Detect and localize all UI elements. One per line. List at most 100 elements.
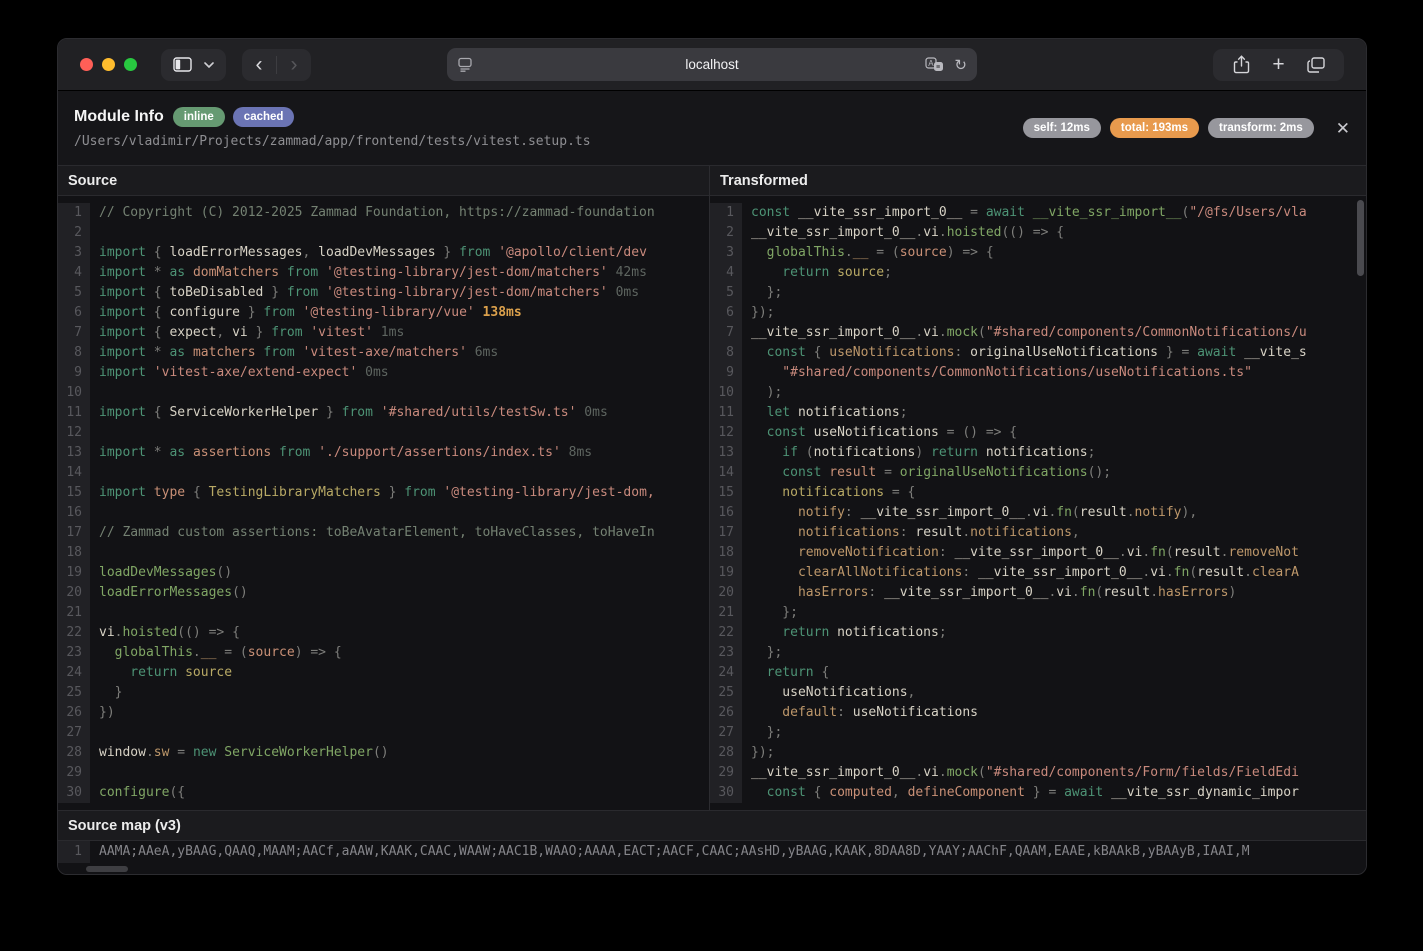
line-number: 2	[58, 223, 90, 243]
code-line: 19loadDevMessages()	[58, 563, 709, 583]
line-number: 28	[58, 743, 90, 763]
module-path: /Users/vladimir/Projects/zammad/app/fron…	[74, 134, 591, 149]
code-line: 24 return {	[710, 663, 1366, 683]
line-number: 17	[710, 523, 742, 543]
sourcemap-section: Source map (v3) 1 AAMA;AAeA,yBAAG,QAAQ,M…	[58, 810, 1366, 874]
code-line: 1const __vite_ssr_import_0__ = await __v…	[710, 203, 1366, 223]
sidebar-toggle-button[interactable]	[161, 49, 226, 81]
code-line: 29__vite_ssr_import_0__.vi.mock("#shared…	[710, 763, 1366, 783]
line-number: 20	[710, 583, 742, 603]
code-line: 6import { configure } from '@testing-lib…	[58, 303, 709, 323]
line-number: 16	[58, 503, 90, 523]
line-number: 15	[710, 483, 742, 503]
code-line: 23 globalThis.__ = (source) => {	[58, 643, 709, 663]
address-bar[interactable]: localhost A ≡ ↻	[447, 48, 977, 81]
tab-overview-icon[interactable]	[1297, 49, 1334, 81]
code-line: 3 globalThis.__ = (source) => {	[710, 243, 1366, 263]
share-icon[interactable]	[1223, 49, 1260, 81]
horizontal-scrollbar[interactable]	[86, 866, 128, 872]
line-number: 10	[710, 383, 742, 403]
forward-button[interactable]: ›	[277, 49, 311, 81]
line-number: 19	[710, 563, 742, 583]
line-number: 8	[710, 343, 742, 363]
code-line: 21 };	[710, 603, 1366, 623]
line-number: 22	[58, 623, 90, 643]
traffic-lights	[80, 58, 137, 71]
close-icon[interactable]: ✕	[1336, 120, 1350, 137]
code-line: 27	[58, 723, 709, 743]
line-number: 4	[58, 263, 90, 283]
code-line: 5 };	[710, 283, 1366, 303]
line-number: 14	[58, 463, 90, 483]
code-line: 20 hasErrors: __vite_ssr_import_0__.vi.f…	[710, 583, 1366, 603]
code-line: 1 AAMA;AAeA,yBAAG,QAAQ,MAAM;AACf,aAAW,KA…	[58, 841, 1366, 863]
code-line: 6});	[710, 303, 1366, 323]
line-number: 27	[58, 723, 90, 743]
url-text: localhost	[447, 57, 977, 72]
code-line: 16 notify: __vite_ssr_import_0__.vi.fn(r…	[710, 503, 1366, 523]
line-number: 5	[58, 283, 90, 303]
line-number: 6	[710, 303, 742, 323]
code-line: 28window.sw = new ServiceWorkerHelper()	[58, 743, 709, 763]
line-number: 12	[710, 423, 742, 443]
zoom-window-button[interactable]	[124, 58, 137, 71]
line-number: 13	[58, 443, 90, 463]
line-number: 29	[710, 763, 742, 783]
code-line: 28});	[710, 743, 1366, 763]
line-number: 8	[58, 343, 90, 363]
code-line: 23 };	[710, 643, 1366, 663]
timing-badges: self: 12mstotal: 193mstransform: 2ms	[1023, 118, 1314, 138]
line-number: 30	[58, 783, 90, 803]
line-number: 9	[58, 363, 90, 383]
line-number: 20	[58, 583, 90, 603]
line-number: 1	[58, 841, 90, 863]
source-pane: Source 1// Copyright (C) 2012-2025 Zamma…	[58, 166, 710, 810]
back-button[interactable]: ‹	[242, 49, 276, 81]
code-line: 9import 'vitest-axe/extend-expect' 0ms	[58, 363, 709, 383]
source-code[interactable]: 1// Copyright (C) 2012-2025 Zammad Found…	[58, 196, 709, 803]
line-number: 18	[58, 543, 90, 563]
line-number: 25	[710, 683, 742, 703]
line-number: 19	[58, 563, 90, 583]
code-line: 15import type { TestingLibraryMatchers }…	[58, 483, 709, 503]
code-line: 18 removeNotification: __vite_ssr_import…	[710, 543, 1366, 563]
line-number: 1	[58, 203, 90, 223]
code-line: 27 };	[710, 723, 1366, 743]
code-line: 10 );	[710, 383, 1366, 403]
code-line: 9 "#shared/components/CommonNotification…	[710, 363, 1366, 383]
line-number: 12	[58, 423, 90, 443]
transformed-code[interactable]: 1const __vite_ssr_import_0__ = await __v…	[710, 196, 1366, 803]
line-number: 7	[710, 323, 742, 343]
line-number: 26	[710, 703, 742, 723]
line-number: 14	[710, 463, 742, 483]
line-number: 9	[710, 363, 742, 383]
line-number: 11	[58, 403, 90, 423]
line-number: 13	[710, 443, 742, 463]
minimize-window-button[interactable]	[102, 58, 115, 71]
module-badges: inlinecached	[173, 107, 295, 127]
line-number: 7	[58, 323, 90, 343]
new-tab-button[interactable]: +	[1260, 49, 1297, 81]
code-line: 21	[58, 603, 709, 623]
timing-badge: self: 12ms	[1023, 118, 1101, 138]
line-number: 18	[710, 543, 742, 563]
code-line: 26})	[58, 703, 709, 723]
sourcemap-code: 1 AAMA;AAeA,yBAAG,QAAQ,MAAM;AACf,aAAW,KA…	[58, 841, 1366, 863]
line-number: 11	[710, 403, 742, 423]
line-number: 29	[58, 763, 90, 783]
close-window-button[interactable]	[80, 58, 93, 71]
vertical-scrollbar[interactable]	[1357, 200, 1364, 276]
line-number: 10	[58, 383, 90, 403]
sourcemap-title: Source map (v3)	[58, 811, 1366, 841]
code-line: 14	[58, 463, 709, 483]
code-line: 2__vite_ssr_import_0__.vi.hoisted(() => …	[710, 223, 1366, 243]
code-panes: Source 1// Copyright (C) 2012-2025 Zamma…	[58, 166, 1366, 810]
line-number: 22	[710, 623, 742, 643]
line-number: 3	[58, 243, 90, 263]
code-line: 4import * as domMatchers from '@testing-…	[58, 263, 709, 283]
line-number: 23	[710, 643, 742, 663]
code-line: 17 notifications: result.notifications,	[710, 523, 1366, 543]
code-line: 7__vite_ssr_import_0__.vi.mock("#shared/…	[710, 323, 1366, 343]
code-line: 16	[58, 503, 709, 523]
code-line: 12	[58, 423, 709, 443]
